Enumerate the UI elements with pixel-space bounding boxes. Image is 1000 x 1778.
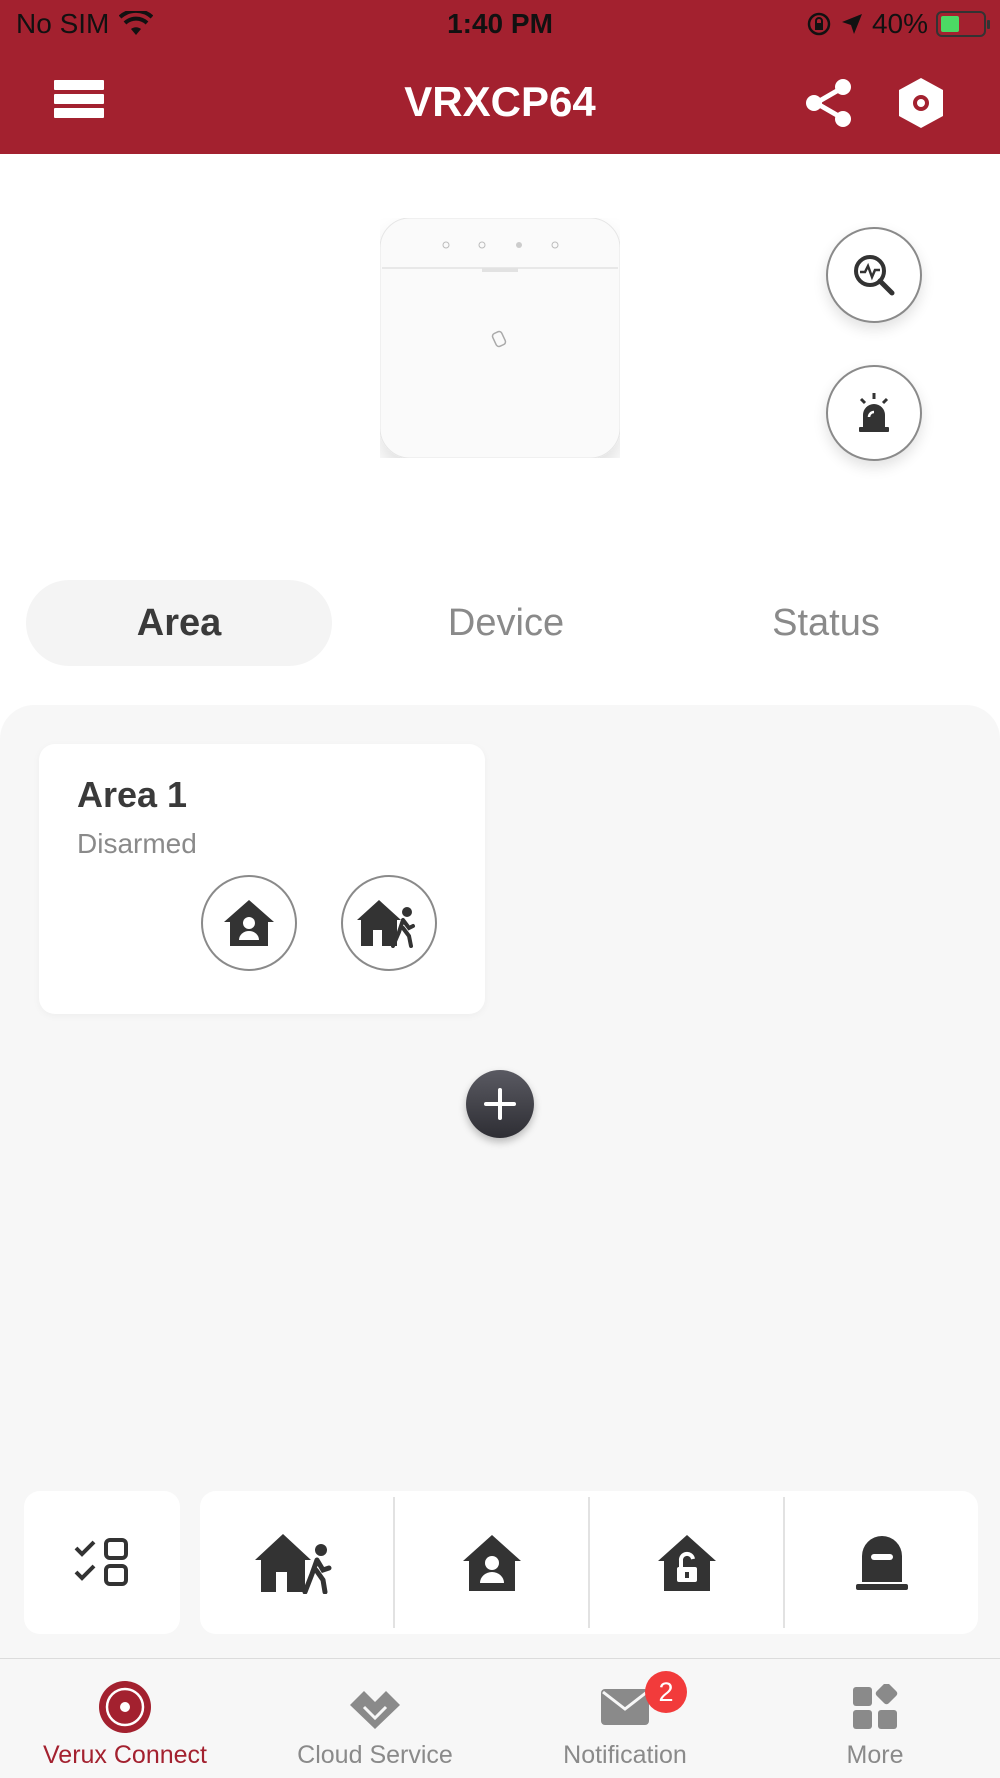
- nav-more[interactable]: More: [750, 1659, 1000, 1778]
- search-activity-icon: [854, 255, 895, 296]
- orientation-lock-icon: [807, 12, 831, 36]
- stay-arm-all-button[interactable]: [395, 1497, 590, 1628]
- verux-connect-icon: [99, 1681, 151, 1733]
- tab-status[interactable]: Status: [666, 580, 986, 666]
- gear-icon[interactable]: [896, 76, 946, 130]
- panel-device-image: [380, 218, 620, 458]
- battery-percent: 40%: [871, 8, 928, 39]
- cloud-service-icon: [350, 1691, 400, 1729]
- mail-icon: [601, 1689, 649, 1725]
- multi-select-icon: [74, 1537, 128, 1586]
- tab-area[interactable]: Area: [26, 580, 332, 666]
- action-bar: [200, 1491, 978, 1634]
- siren-button[interactable]: [826, 365, 922, 461]
- stay-arm-icon: [224, 900, 274, 946]
- grid-icon: [853, 1684, 898, 1729]
- clear-alarm-button[interactable]: [785, 1497, 978, 1628]
- share-icon[interactable]: [804, 78, 854, 128]
- disarm-icon: [657, 1534, 716, 1591]
- bottom-tab-bar: Verux Connect Cloud Service 2 Notificati…: [0, 1658, 1000, 1778]
- siren-icon: [859, 393, 889, 432]
- clear-alarm-icon: [855, 1535, 908, 1590]
- tab-device[interactable]: Device: [346, 580, 666, 666]
- area-stay-arm-button[interactable]: [201, 875, 297, 971]
- area-card[interactable]: Area 1 Disarmed: [39, 744, 485, 1014]
- header: No SIM 1:40 PM 40% VRXCP64: [0, 0, 1000, 154]
- nav-notification[interactable]: 2 Notification: [500, 1659, 750, 1778]
- away-arm-icon: [357, 900, 415, 948]
- detect-button[interactable]: [826, 227, 922, 323]
- notification-badge: 2: [645, 1671, 687, 1713]
- area-status: Disarmed: [77, 828, 197, 859]
- nav-label: Notification: [563, 1741, 687, 1769]
- nav-label: More: [846, 1741, 904, 1769]
- nav-cloud-service[interactable]: Cloud Service: [250, 1659, 500, 1778]
- status-bar: No SIM 1:40 PM 40%: [0, 0, 1000, 50]
- multi-select-button[interactable]: [24, 1491, 180, 1634]
- disarm-all-button[interactable]: [590, 1497, 785, 1628]
- nav-label: Cloud Service: [297, 1741, 453, 1769]
- segment-tabs: Area Device Status: [26, 580, 974, 666]
- nav-verux-connect[interactable]: Verux Connect: [0, 1659, 250, 1778]
- battery-icon: [936, 11, 990, 37]
- area-name: Area 1: [77, 774, 188, 815]
- plus-icon: [484, 1088, 516, 1120]
- location-icon: [841, 14, 862, 34]
- nav-label: Verux Connect: [43, 1741, 207, 1769]
- away-arm-all-button[interactable]: [200, 1497, 395, 1628]
- area-away-arm-button[interactable]: [341, 875, 437, 971]
- add-area-button[interactable]: [466, 1070, 534, 1138]
- away-arm-icon: [254, 1533, 331, 1594]
- stay-arm-icon: [462, 1534, 521, 1591]
